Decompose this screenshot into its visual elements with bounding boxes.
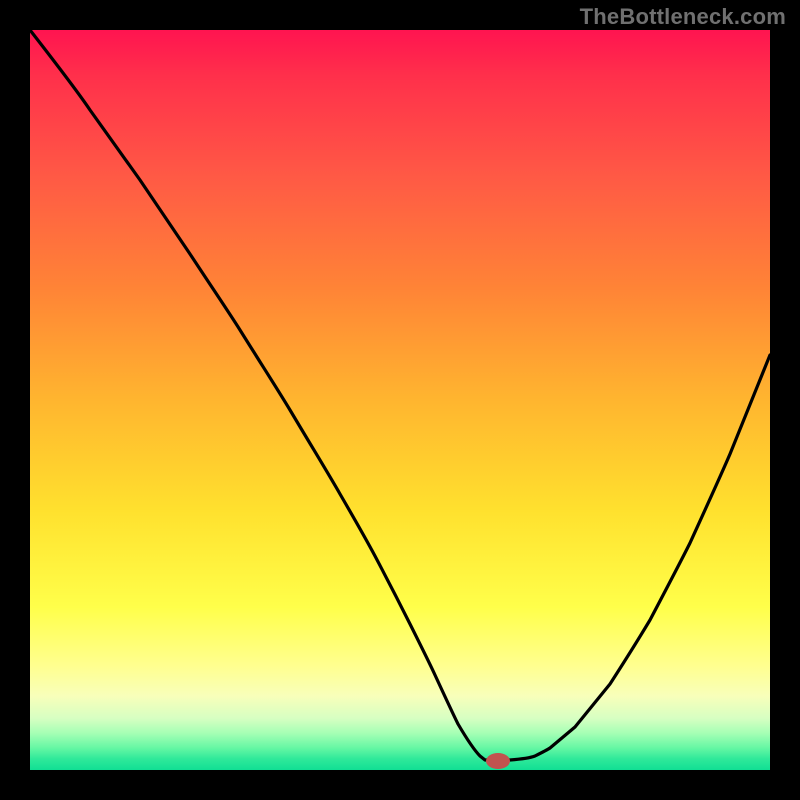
- plot-area: [30, 30, 770, 770]
- bottleneck-curve: [30, 30, 770, 760]
- watermark-text: TheBottleneck.com: [580, 4, 786, 30]
- chart-frame: TheBottleneck.com: [0, 0, 800, 800]
- bottleneck-curve-svg: [30, 30, 770, 770]
- optimal-point-marker: [486, 753, 510, 769]
